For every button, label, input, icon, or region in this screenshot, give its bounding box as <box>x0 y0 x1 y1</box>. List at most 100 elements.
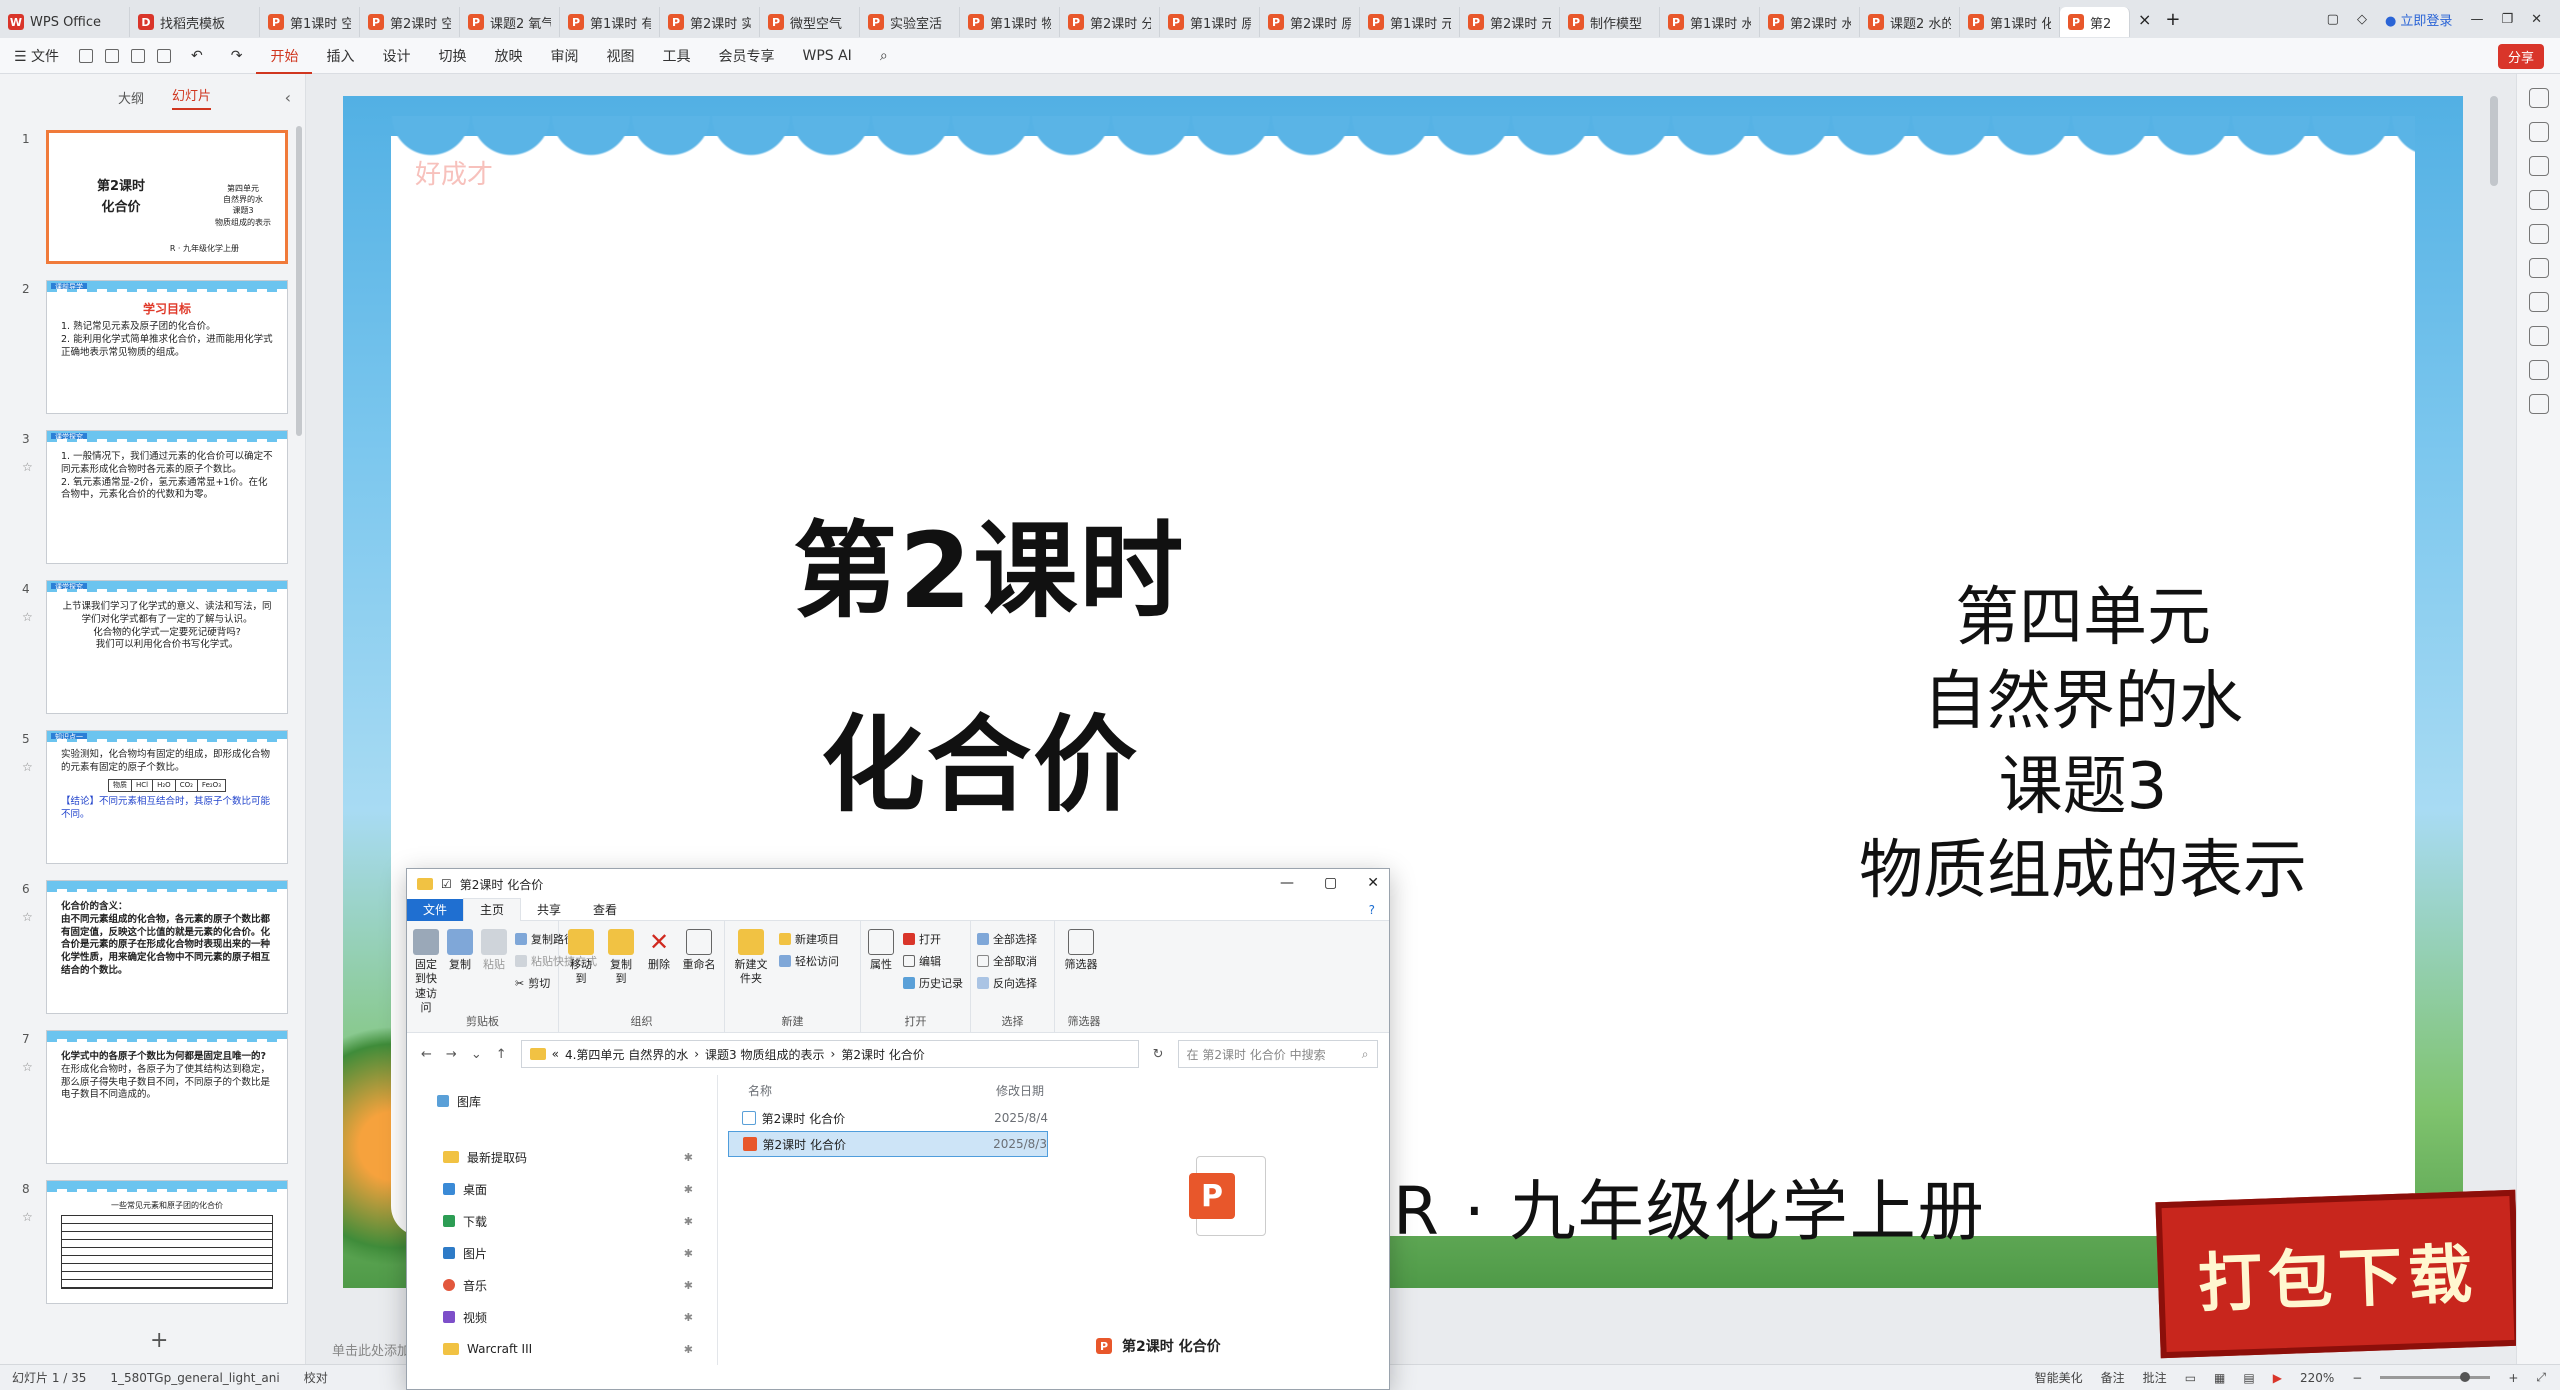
doc-tab[interactable]: P 第2课时 元 <box>1460 7 1560 37</box>
minimize-icon[interactable]: — <box>1280 875 1294 891</box>
slide-title-line1[interactable]: 第2课时 <box>793 486 1185 637</box>
slide-thumbnail-5[interactable]: 知识点一 实验测知，化合物均有固定的组成，即形成化合物的元素有固定的原子个数比。… <box>46 730 288 864</box>
proof-button[interactable]: 校对 <box>292 1369 340 1386</box>
doc-tab[interactable]: P 第1课时 物 <box>960 7 1060 37</box>
thumbnail-row[interactable]: 7 ☆ 化学式中的各原子个数比为何都是固定且唯一的? 在形成化合物时，各原子为了使… <box>0 1030 300 1166</box>
tab-wps-office[interactable]: W WPS Office <box>0 7 130 37</box>
layers-icon[interactable] <box>2528 190 2549 210</box>
close-tab-icon[interactable]: × <box>2138 10 2151 29</box>
breadcrumb-lesson[interactable]: 第2课时 化合价 <box>841 1046 924 1063</box>
thumbnail-row[interactable]: 6 ☆ 化合价的含义： 由不同元素组成的化合物，各元素的原子个数比都有固定值，反映… <box>0 880 300 1016</box>
thumbnail-row[interactable]: 4 ☆ 课堂探究 上节课我们学习了化学式的意义、读法和写法，同学们对化学式都有了一… <box>0 580 300 716</box>
search-icon[interactable]: ⌕ <box>866 48 902 64</box>
refresh-icon[interactable]: ↻ <box>1153 1047 1164 1062</box>
back-icon[interactable]: ← <box>421 1047 432 1062</box>
login-link[interactable]: ● 立即登录 <box>2385 10 2453 29</box>
ribbon-tab-file[interactable]: 文件 <box>407 898 464 921</box>
thumbnail-row[interactable]: 1 第2课时 化合价 第四单元 自然界的水 课题3 物质组成的表示 R · 九年级化学上… <box>0 130 300 266</box>
ribbon-tab-share[interactable]: 共享 <box>521 899 577 921</box>
sorter-view-icon[interactable]: ▦ <box>2214 1371 2225 1385</box>
history-button[interactable]: 历史记录 <box>903 975 963 991</box>
menu-member[interactable]: 会员专享 <box>704 46 788 66</box>
menu-wps-ai[interactable]: WPS AI <box>788 48 865 64</box>
doc-tab[interactable]: P 制作模型 <box>1560 7 1660 37</box>
tab-docer[interactable]: D 找稻壳模板 <box>130 7 260 37</box>
more-icon[interactable] <box>2528 394 2549 414</box>
new-item-button[interactable]: 新建项目 <box>779 931 839 947</box>
help-icon[interactable] <box>2528 360 2549 380</box>
minimize-icon[interactable]: — <box>2470 12 2483 27</box>
star-icon[interactable] <box>2528 156 2549 176</box>
menu-slideshow[interactable]: 放映 <box>480 46 536 66</box>
doc-tab[interactable]: P 第1课时 化 <box>1960 7 2060 37</box>
slide-footer[interactable]: R · 九年级化学上册 <box>1393 1158 1986 1254</box>
zoom-slider[interactable] <box>2380 1372 2491 1382</box>
column-date[interactable]: 修改日期 <box>996 1082 1044 1099</box>
help-icon[interactable]: ? <box>1369 903 1375 917</box>
doc-tab[interactable]: P 第2课时 原 <box>1260 7 1360 37</box>
doc-tab[interactable]: P 第1课时 元 <box>1360 7 1460 37</box>
maximize-icon[interactable]: ▢ <box>1324 875 1337 891</box>
slide-title-line2[interactable]: 化合价 <box>821 680 1139 831</box>
doc-tab[interactable]: P 第1课时 空 <box>260 7 360 37</box>
menu-transition[interactable]: 切换 <box>424 46 480 66</box>
animation-icon[interactable] <box>2528 292 2549 312</box>
doc-tab[interactable]: P 微型空气 <box>760 7 860 37</box>
doc-tab[interactable]: P 课题2 氧气 <box>460 7 560 37</box>
nav-downloads[interactable]: 下载 ✱ <box>407 1205 717 1237</box>
layout-icon[interactable]: ▢ <box>2327 12 2339 27</box>
restore-icon[interactable]: ❐ <box>2501 12 2513 27</box>
file-row[interactable]: 第2课时 化合价 2025/8/4 <box>728 1105 1048 1131</box>
slide-thumbnail-1[interactable]: 第2课时 化合价 第四单元 自然界的水 课题3 物质组成的表示 R · 九年级化学上册 <box>46 130 288 264</box>
add-slide-button[interactable]: + <box>150 1328 168 1353</box>
backup-icon[interactable] <box>2528 326 2549 346</box>
slide-thumbnail-2[interactable]: 课前导学 学习目标 1. 熟记常见元素及原子团的化合价。 2. 能利用化学式简单… <box>46 280 288 414</box>
file-menu[interactable]: ☰ 文件 <box>0 46 73 66</box>
reading-view-icon[interactable]: ▤ <box>2243 1371 2254 1385</box>
nav-pictures[interactable]: 图片 ✱ <box>407 1237 717 1269</box>
doc-tab[interactable]: P 第2课时 水 <box>1760 7 1860 37</box>
print-icon[interactable] <box>131 48 146 63</box>
comments-button[interactable]: 批注 <box>2143 1369 2167 1386</box>
doc-tab[interactable]: P 第2课时 实 <box>660 7 760 37</box>
doc-tab[interactable]: P 第2课时 空 <box>360 7 460 37</box>
menu-tools[interactable]: 工具 <box>648 46 704 66</box>
menu-design[interactable]: 设计 <box>368 46 424 66</box>
ribbon-tab-home[interactable]: 主页 <box>463 898 522 921</box>
nav-music[interactable]: 音乐 ✱ <box>407 1269 717 1301</box>
slide-unit-info[interactable]: 第四单元 自然界的水 课题3 物质组成的表示 <box>1783 576 2383 914</box>
doc-tab-active[interactable]: P 第2 <box>2060 7 2130 37</box>
skin-icon[interactable]: ◇ <box>2357 12 2367 27</box>
zoom-out-icon[interactable]: − <box>2352 1371 2362 1385</box>
breadcrumb-topic[interactable]: 课题3 物质组成的表示 <box>705 1046 824 1063</box>
menu-review[interactable]: 审阅 <box>536 46 592 66</box>
tools-icon[interactable] <box>2528 224 2549 244</box>
breadcrumb-unit[interactable]: 4.第四单元 自然界的水 <box>565 1046 688 1063</box>
collapse-panel-icon[interactable]: ‹ <box>285 88 291 107</box>
slide-thumbnail-7[interactable]: 化学式中的各原子个数比为何都是固定且唯一的? 在形成化合物时，各原子为了使其结构… <box>46 1030 288 1164</box>
slide-thumbnail-3[interactable]: 课堂探究 1. 一般情况下，我们通过元素的化合价可以确定不同元素形成化合物时各元… <box>46 430 288 564</box>
doc-tab[interactable]: P 课题2 水的 <box>1860 7 1960 37</box>
doc-tab[interactable]: P 第1课时 原 <box>1160 7 1260 37</box>
slide-thumbnail-6[interactable]: 化合价的含义： 由不同元素组成的化合物，各元素的原子个数比都有固定值，反映这个比… <box>46 880 288 1014</box>
menu-view[interactable]: 视图 <box>592 46 648 66</box>
nav-warcraft[interactable]: Warcraft III ✱ <box>407 1333 717 1365</box>
quick-access-icon[interactable]: ☑ <box>441 877 452 891</box>
thumbnail-row[interactable]: 5 ☆ 知识点一 实验测知，化合物均有固定的组成，即形成化合物的元素有固定的原子个… <box>0 730 300 866</box>
invert-selection-button[interactable]: 反向选择 <box>977 975 1037 991</box>
notes-button[interactable]: 备注 <box>2101 1369 2125 1386</box>
zoom-level[interactable]: 220% <box>2300 1371 2334 1385</box>
template-icon[interactable] <box>2528 258 2549 278</box>
tab-outline[interactable]: 大纲 <box>118 88 144 107</box>
export-icon[interactable] <box>105 48 120 63</box>
up-icon[interactable]: ↑ <box>496 1047 507 1062</box>
forward-icon[interactable]: → <box>446 1047 457 1062</box>
theme-name[interactable]: 1_580TGp_general_light_ani <box>98 1371 291 1385</box>
thumbnail-row[interactable]: 3 ☆ 课堂探究 1. 一般情况下，我们通过元素的化合价可以确定不同元素形成化合物… <box>0 430 300 566</box>
doc-tab[interactable]: P 实验室活 <box>860 7 960 37</box>
thumbnail-row[interactable]: 8 ☆ 一些常见元素和原子团的化合价 <box>0 1180 300 1316</box>
menu-insert[interactable]: 插入 <box>312 46 368 66</box>
history-dropdown-icon[interactable]: ⌄ <box>471 1047 482 1062</box>
close-window-icon[interactable]: ✕ <box>2531 12 2542 27</box>
nav-videos[interactable]: 视频 ✱ <box>407 1301 717 1333</box>
